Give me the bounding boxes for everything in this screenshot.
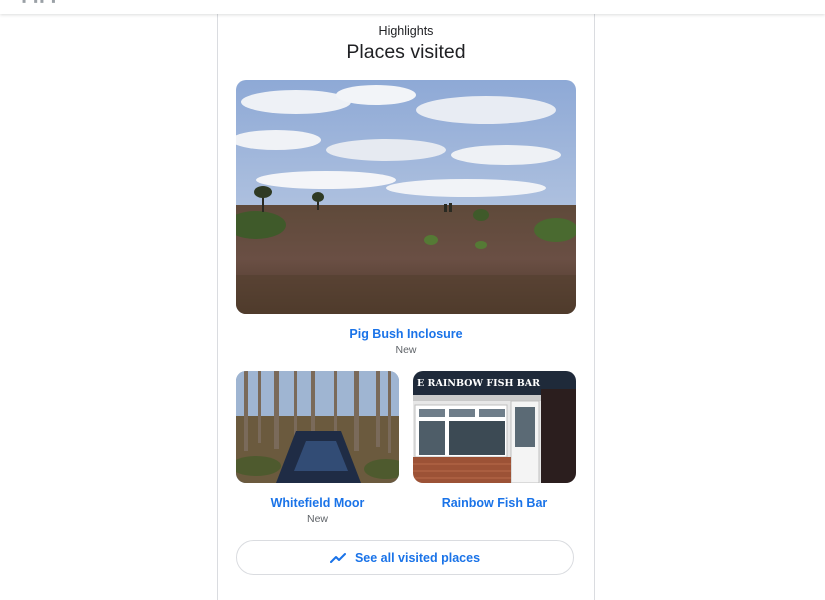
section-kicker: Highlights	[378, 24, 434, 38]
new-badge: New	[306, 513, 328, 525]
forest-stream-photo-icon	[236, 371, 399, 483]
rainbow-fish-bar-photo[interactable]: E RAINBOW FISH BAR	[413, 371, 576, 483]
shopfront-photo-icon: E RAINBOW FISH BAR	[413, 371, 576, 483]
see-all-label: See all visited places	[354, 550, 481, 565]
new-badge: New	[395, 344, 417, 356]
trending-up-icon	[329, 552, 346, 563]
place-link-rainbow-fish-bar[interactable]: Rainbow Fish Bar	[413, 496, 576, 510]
see-all-visited-places-button[interactable]: See all visited places	[236, 540, 574, 575]
top-app-bar: ▪ ▪▪ ▪	[0, 0, 825, 14]
whitefield-moor-photo[interactable]	[236, 371, 399, 483]
shop-sign-text: E RAINBOW FISH BAR	[417, 378, 540, 389]
section-title: Places visited	[346, 41, 466, 63]
pig-bush-inclosure-photo[interactable]	[236, 80, 576, 314]
place-link-whitefield-moor[interactable]: Whitefield Moor	[236, 496, 399, 510]
highlights-card: Highlights Places visited Pig Bush Inclo…	[217, 0, 595, 600]
cropped-logo-icon: ▪ ▪▪ ▪	[22, 0, 58, 8]
place-link-pig-bush-inclosure[interactable]: Pig Bush Inclosure	[236, 327, 576, 341]
heathland-photo-icon	[236, 80, 576, 314]
